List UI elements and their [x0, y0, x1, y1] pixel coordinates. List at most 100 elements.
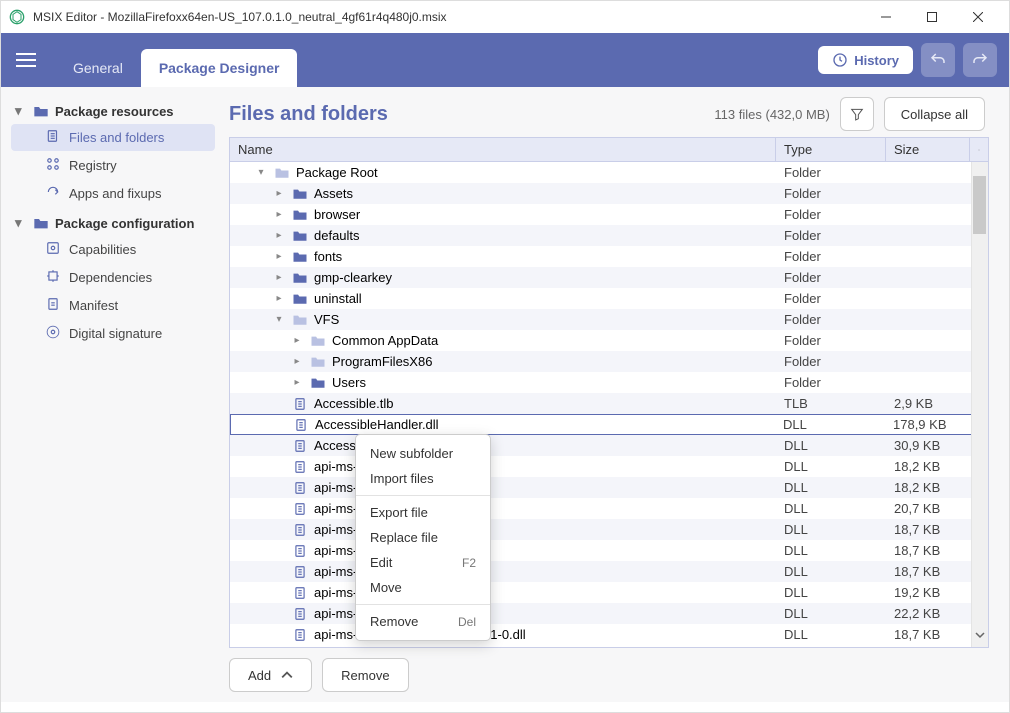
row-type: Folder [776, 312, 886, 327]
expand-icon[interactable]: ▸ [272, 293, 286, 304]
scrollbar[interactable] [971, 162, 988, 647]
table-row[interactable]: AccessibleHandler.dllDLL178,9 KB [230, 414, 988, 435]
table-row[interactable]: ▾ VFS Folder [230, 309, 988, 330]
maximize-button[interactable] [909, 1, 955, 33]
table-row[interactable]: api-ms-win-cDLL19,2 KB [230, 582, 988, 603]
ctx-import-files[interactable]: Import files [356, 466, 490, 491]
expand-icon[interactable]: ▸ [272, 251, 286, 262]
remove-label: Remove [341, 668, 389, 683]
tab-package-designer[interactable]: Package Designer [141, 49, 298, 87]
sidebar-item-dependencies[interactable]: Dependencies [11, 264, 215, 291]
table-row[interactable]: ▸ProgramFilesX86Folder [230, 351, 988, 372]
expand-icon[interactable]: ▸ [290, 335, 304, 346]
table-row[interactable]: api-ms-win-cDLL18,2 KB [230, 477, 988, 498]
table-body[interactable]: ▾Package RootFolder▸AssetsFolder▸browser… [230, 162, 988, 647]
ctx-edit[interactable]: Edit F2 [356, 550, 490, 575]
table-row[interactable]: api-ms-win-cDLL18,7 KB [230, 561, 988, 582]
sidebar-item-label: Registry [69, 158, 117, 173]
expand-icon[interactable]: ▸ [290, 377, 304, 388]
expand-icon[interactable]: ▾ [272, 314, 286, 325]
hamburger-button[interactable] [11, 45, 41, 75]
scrollbar-thumb[interactable] [973, 176, 986, 234]
expand-icon[interactable]: ▾ [254, 167, 268, 178]
row-size: 30,9 KB [886, 438, 970, 453]
signature-icon [45, 325, 61, 342]
expand-icon[interactable]: ▸ [290, 356, 304, 367]
ctx-move[interactable]: Move [356, 575, 490, 600]
minimize-button[interactable] [863, 1, 909, 33]
row-name: VFS [314, 312, 339, 327]
file-icon [292, 460, 308, 474]
expand-icon[interactable]: ▸ [272, 272, 286, 283]
chevron-down-icon: ▾ [15, 103, 27, 119]
row-name: Accessible.tlb [314, 396, 393, 411]
sidebar-item-apps-fixups[interactable]: Apps and fixups [11, 180, 215, 207]
expand-icon[interactable]: ▸ [272, 188, 286, 199]
sidebar-item-label: Digital signature [69, 326, 162, 341]
table-row[interactable]: ▸uninstallFolder [230, 288, 988, 309]
ctx-shortcut: F2 [462, 556, 476, 570]
close-button[interactable] [955, 1, 1001, 33]
row-size: 18,7 KB [886, 522, 970, 537]
scroll-down-button[interactable] [972, 627, 988, 645]
ctx-label: Edit [370, 555, 392, 570]
table-row[interactable]: api-ms-win-cDLL18,7 KB [230, 519, 988, 540]
ribbon-bar: General Package Designer History [1, 33, 1009, 87]
ctx-remove[interactable]: RemoveDel [356, 609, 490, 634]
sidebar-item-registry[interactable]: Registry [11, 152, 215, 179]
table-row[interactable]: Accessible.tlbTLB2,9 KB [230, 393, 988, 414]
table-row[interactable]: AccessibleMaDLL30,9 KB [230, 435, 988, 456]
col-name[interactable]: Name [230, 138, 776, 161]
row-type: DLL [776, 480, 886, 495]
sidebar-group-resources[interactable]: ▾ Package resources [7, 99, 219, 123]
table-row[interactable]: api-ms-win-cDLL18,7 KB [230, 540, 988, 561]
table-row[interactable]: ▸Common AppDataFolder [230, 330, 988, 351]
scroll-up-button[interactable] [970, 138, 988, 161]
expand-icon[interactable]: ▸ [272, 230, 286, 241]
table-row[interactable]: api-ms-win-cDLL22,2 KB [230, 603, 988, 624]
ctx-export-file[interactable]: Export file [356, 500, 490, 525]
add-button[interactable]: Add [229, 658, 312, 692]
sidebar-item-capabilities[interactable]: Capabilities [11, 236, 215, 263]
remove-button[interactable]: Remove [322, 658, 408, 692]
row-type: Folder [776, 375, 886, 390]
filter-icon [849, 106, 865, 122]
row-type: Folder [776, 207, 886, 222]
ctx-new-subfolder[interactable]: New subfolder [356, 441, 490, 466]
ctx-shortcut: Del [458, 615, 476, 629]
folder-icon [292, 292, 308, 305]
collapse-all-button[interactable]: Collapse all [884, 97, 985, 131]
table-row[interactable]: ▸AssetsFolder [230, 183, 988, 204]
history-button[interactable]: History [818, 46, 913, 74]
row-name: uninstall [314, 291, 362, 306]
sidebar-item-manifest[interactable]: Manifest [11, 292, 215, 319]
undo-button[interactable] [921, 43, 955, 77]
table-row[interactable]: ▸gmp-clearkeyFolder [230, 267, 988, 288]
col-size[interactable]: Size [886, 138, 970, 161]
table-row[interactable]: ▸UsersFolder [230, 372, 988, 393]
row-type: DLL [776, 501, 886, 516]
row-type: Folder [776, 165, 886, 180]
table-row[interactable]: api-ms-win-cDLL18,2 KB [230, 456, 988, 477]
table-row[interactable]: api-ms-win-cDLL20,7 KB [230, 498, 988, 519]
col-type[interactable]: Type [776, 138, 886, 161]
table-row[interactable]: ▾Package RootFolder [230, 162, 988, 183]
sidebar: ▾ Package resources Files and folders Re… [1, 87, 225, 702]
tab-general[interactable]: General [55, 49, 141, 87]
ctx-replace-file[interactable]: Replace file [356, 525, 490, 550]
sidebar-item-signature[interactable]: Digital signature [11, 320, 215, 347]
table-row[interactable]: ▸ browser Folder [230, 204, 988, 225]
table-row[interactable]: api-ms-win-crt-environment-l1-1-0.dllDLL… [230, 624, 988, 645]
sidebar-group-configuration[interactable]: ▾ Package configuration [7, 211, 219, 235]
files-icon [45, 129, 61, 146]
table-row[interactable]: ▸defaultsFolder [230, 225, 988, 246]
row-size: 18,2 KB [886, 459, 970, 474]
row-name: browser [314, 207, 360, 222]
sidebar-item-files-folders[interactable]: Files and folders [11, 124, 215, 151]
expand-icon[interactable]: ▸ [272, 209, 286, 220]
filter-button[interactable] [840, 97, 874, 131]
chevron-up-icon [978, 145, 980, 155]
add-label: Add [248, 668, 271, 683]
table-row[interactable]: ▸fontsFolder [230, 246, 988, 267]
redo-button[interactable] [963, 43, 997, 77]
